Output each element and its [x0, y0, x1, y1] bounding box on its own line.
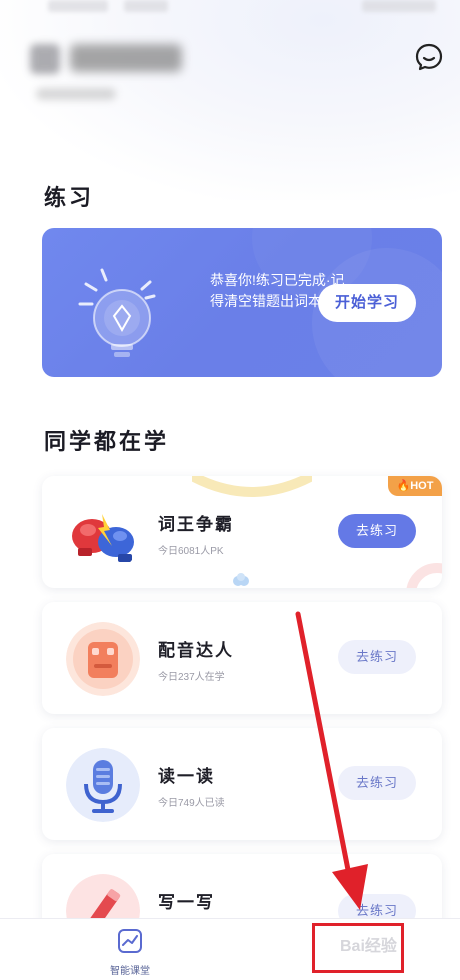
practice-banner[interactable]: 恭喜你!练习已完成·记得清空错题出词本哦· 开始学习	[42, 228, 442, 377]
status-bar	[48, 0, 108, 12]
tab-label: 智能课堂	[110, 966, 150, 977]
card-title: 读一读	[158, 767, 215, 786]
avatar[interactable]	[30, 44, 60, 74]
popular-section-title: 同学都在学	[44, 430, 170, 455]
chart-trend-icon	[118, 929, 142, 953]
card-decoration	[406, 563, 442, 588]
card-subtitle: 今日237人在学	[158, 672, 225, 683]
chat-bubble-smile-icon[interactable]	[414, 42, 444, 72]
activity-card-read[interactable]: 读一读 今日749人已读 去练习	[42, 728, 442, 840]
header-background	[0, 0, 460, 200]
lightbulb-icon	[78, 268, 156, 357]
card-title: 写一写	[158, 893, 215, 912]
hot-badge: 🔥HOT	[388, 476, 442, 496]
activity-card-dubbing[interactable]: 配音达人 今日237人在学 去练习	[42, 602, 442, 714]
go-practice-button[interactable]: 去练习	[338, 514, 416, 548]
practice-section-title: 练习	[44, 186, 95, 211]
user-subtitle	[36, 88, 116, 100]
card-title: 词王争霸	[158, 515, 234, 534]
card-decoration	[192, 476, 312, 497]
microphone-icon	[66, 748, 140, 822]
card-subtitle: 今日749人已读	[158, 798, 225, 809]
user-name	[70, 44, 182, 72]
decorative-leaf-icon	[233, 573, 249, 586]
status-bar-icons	[124, 0, 168, 12]
card-subtitle: 今日6081人PK	[158, 546, 224, 557]
tab-smart-classroom[interactable]: 智能课堂	[90, 927, 170, 977]
status-bar-battery	[362, 0, 436, 12]
robot-icon	[66, 622, 140, 696]
start-learning-button[interactable]: 开始学习	[318, 284, 416, 322]
flame-icon: 🔥	[396, 480, 411, 492]
go-practice-button[interactable]: 去练习	[338, 766, 416, 800]
card-title: 配音达人	[158, 641, 234, 660]
go-practice-button[interactable]: 去练习	[338, 640, 416, 674]
annotation-highlight-box	[312, 923, 404, 973]
boxing-gloves-icon	[72, 514, 134, 562]
